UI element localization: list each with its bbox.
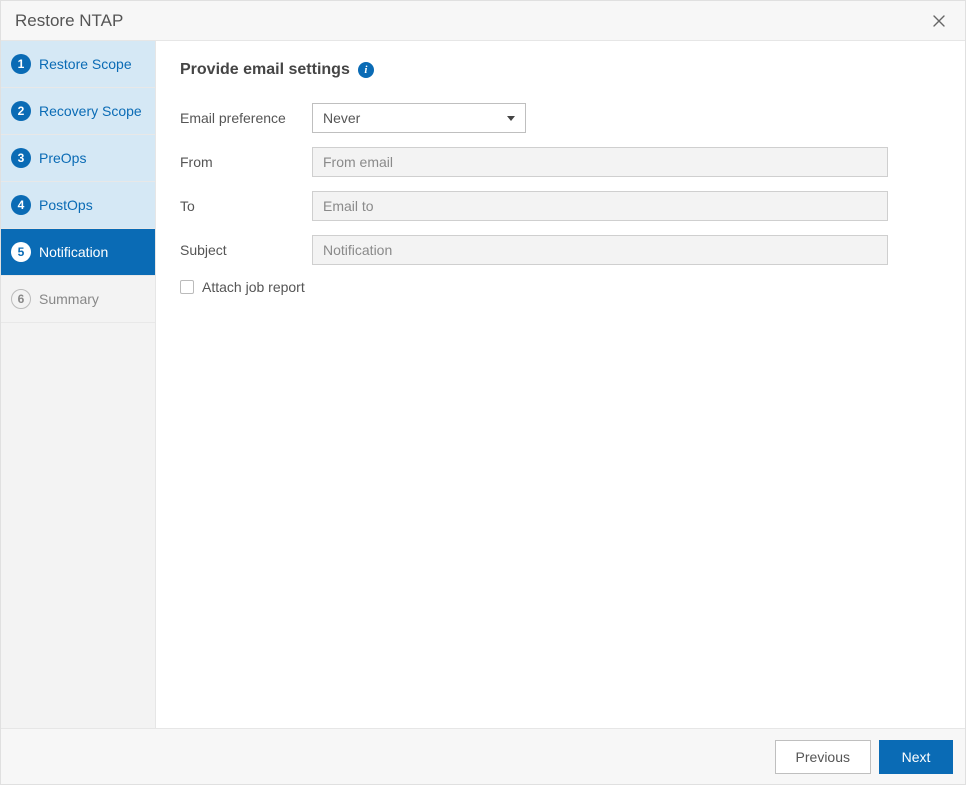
wizard-sidebar: 1 Restore Scope 2 Recovery Scope 3 PreOp…	[1, 41, 156, 728]
subject-label: Subject	[180, 242, 312, 258]
email-preference-select[interactable]: Never	[312, 103, 526, 133]
step-label: PostOps	[39, 197, 93, 213]
dialog-title: Restore NTAP	[15, 11, 123, 31]
email-preference-label: Email preference	[180, 110, 312, 126]
attach-job-report-label[interactable]: Attach job report	[202, 279, 305, 295]
to-input[interactable]	[312, 191, 888, 221]
step-postops[interactable]: 4 PostOps	[1, 182, 155, 229]
from-label: From	[180, 154, 312, 170]
step-restore-scope[interactable]: 1 Restore Scope	[1, 41, 155, 88]
attach-job-report-checkbox[interactable]	[180, 280, 194, 294]
dialog-footer: Previous Next	[1, 728, 965, 784]
previous-button[interactable]: Previous	[775, 740, 871, 774]
close-icon	[931, 13, 947, 29]
info-icon[interactable]: i	[358, 62, 374, 78]
step-summary[interactable]: 6 Summary	[1, 276, 155, 323]
step-label: Notification	[39, 244, 108, 260]
step-number-badge: 4	[11, 195, 31, 215]
subject-input[interactable]	[312, 235, 888, 265]
email-preference-value: Never	[323, 110, 360, 126]
step-number-badge: 3	[11, 148, 31, 168]
chevron-down-icon	[507, 116, 515, 121]
close-button[interactable]	[927, 9, 951, 33]
step-label: Recovery Scope	[39, 103, 142, 119]
step-number-badge: 6	[11, 289, 31, 309]
step-notification[interactable]: 5 Notification	[1, 229, 155, 276]
dialog-header: Restore NTAP	[1, 1, 965, 41]
to-label: To	[180, 198, 312, 214]
step-number-badge: 1	[11, 54, 31, 74]
step-recovery-scope[interactable]: 2 Recovery Scope	[1, 88, 155, 135]
section-title: Provide email settings	[180, 61, 350, 79]
step-label: PreOps	[39, 150, 86, 166]
section-title-row: Provide email settings i	[180, 61, 941, 79]
next-button[interactable]: Next	[879, 740, 953, 774]
step-preops[interactable]: 3 PreOps	[1, 135, 155, 182]
from-input[interactable]	[312, 147, 888, 177]
step-number-badge: 5	[11, 242, 31, 262]
step-label: Restore Scope	[39, 56, 132, 72]
step-label: Summary	[39, 291, 99, 307]
main-panel: Provide email settings i Email preferenc…	[156, 41, 965, 728]
step-number-badge: 2	[11, 101, 31, 121]
